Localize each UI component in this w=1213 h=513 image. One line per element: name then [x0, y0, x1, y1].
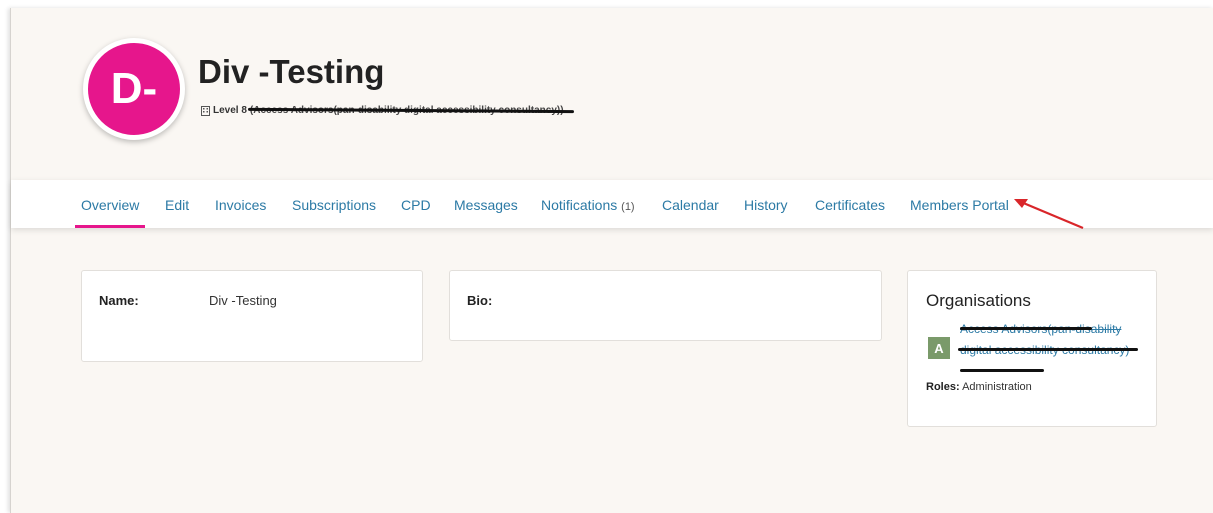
- tab-label: History: [744, 197, 788, 213]
- tab-label: Messages: [454, 197, 518, 213]
- tab-label: Overview: [81, 197, 140, 213]
- bio-label: Bio:: [467, 293, 493, 308]
- roles-value: Administration: [962, 381, 1032, 393]
- building-icon: [201, 105, 210, 116]
- tab-label: Members Portal: [910, 197, 1009, 213]
- avatar-initials: D-: [110, 64, 158, 113]
- tab-edit[interactable]: Edit: [165, 197, 189, 213]
- redaction-scribble: [958, 348, 1138, 351]
- name-label: Name:: [99, 293, 139, 308]
- tab-notifications[interactable]: Notifications (1): [541, 197, 635, 213]
- tab-overview[interactable]: Overview: [81, 197, 139, 213]
- roles-label: Roles:: [926, 381, 960, 393]
- bio-card: Bio:: [449, 270, 882, 341]
- tab-messages[interactable]: Messages: [454, 197, 518, 213]
- details-card: Name: Div -Testing: [81, 270, 423, 362]
- avatar: D-: [83, 38, 185, 140]
- organisation-roles: Roles: Administration: [926, 381, 1032, 393]
- active-tab-indicator: [75, 225, 145, 228]
- tab-label: Calendar: [662, 197, 719, 213]
- page-title: Div -Testing: [198, 53, 385, 90]
- annotation-arrow-icon: [1014, 199, 1084, 230]
- redaction-scribble: [960, 327, 1092, 330]
- organisations-title: Organisations: [926, 291, 1031, 310]
- name-value: Div -Testing: [209, 293, 277, 308]
- tab-subscriptions[interactable]: Subscriptions: [292, 197, 376, 213]
- organisation-link[interactable]: Access Advisors(pan-disability digital a…: [960, 319, 1140, 361]
- redaction-scribble: [960, 369, 1044, 372]
- tab-label: Notifications: [541, 197, 618, 213]
- tab-label: Invoices: [215, 197, 267, 213]
- tab-history[interactable]: History: [744, 197, 788, 213]
- tab-label: Edit: [165, 197, 190, 213]
- tab-label: CPD: [401, 197, 431, 213]
- notifications-count: (1): [621, 201, 635, 213]
- profile-subline: Level 8 (Access Advisors(pan-disability …: [201, 105, 574, 116]
- tab-certificates[interactable]: Certificates: [815, 197, 885, 213]
- member-level: Level 8: [213, 105, 247, 116]
- redacted-organisation: (Access Advisors(pan-disability digital …: [247, 105, 574, 116]
- profile-page: D- Div -Testing Level 8 (Access Advisors…: [10, 8, 1213, 513]
- tab-label: Certificates: [815, 197, 886, 213]
- tab-members-portal[interactable]: Members Portal: [910, 197, 1009, 213]
- tab-invoices[interactable]: Invoices: [215, 197, 266, 213]
- organisations-card: Organisations A Access Advisors(pan-disa…: [907, 270, 1157, 427]
- tab-label: Subscriptions: [292, 197, 377, 213]
- organisation-badge: A: [928, 337, 950, 359]
- tab-cpd[interactable]: CPD: [401, 197, 431, 213]
- tab-calendar[interactable]: Calendar: [662, 197, 719, 213]
